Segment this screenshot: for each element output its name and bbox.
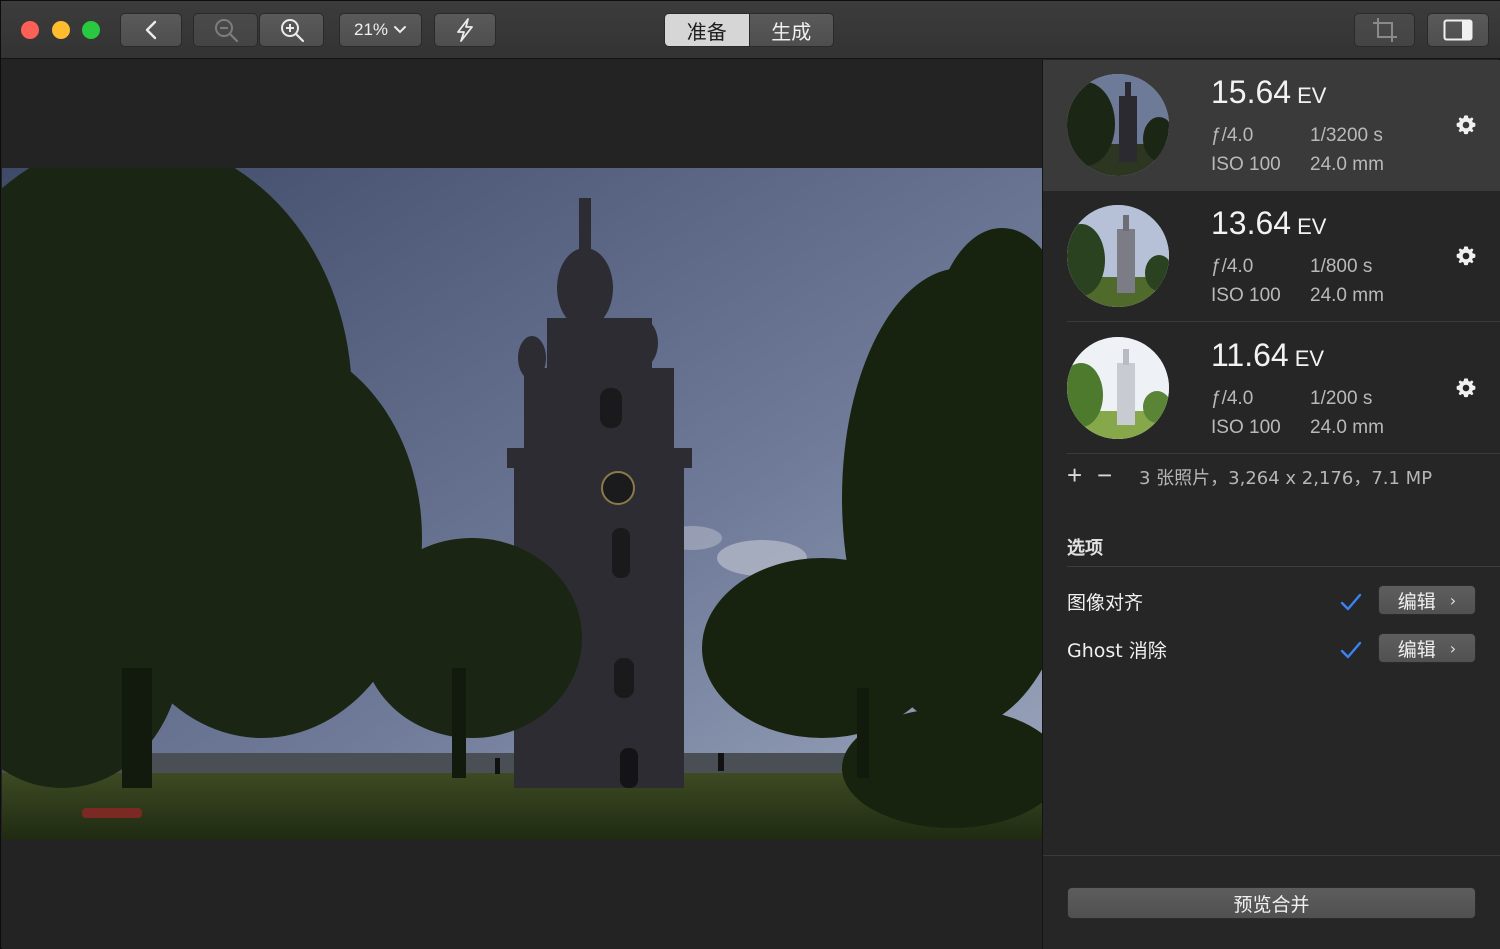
gear-icon[interactable] [1455,245,1477,267]
maximize-window-button[interactable] [82,21,100,39]
preview-merge-button[interactable]: 预览合并 [1067,887,1476,919]
focal-length-value: 24.0 mm [1310,285,1384,306]
chevron-right-icon: › [1449,638,1457,658]
belfry-photo [2,168,1042,840]
sidebar-toggle-icon [1443,19,1473,41]
crop-button[interactable] [1354,13,1415,47]
ghost-removal-label: Ghost 消除 [1067,640,1167,662]
shutter-value: 1/800 s [1310,256,1373,277]
iso-value: ISO 100 [1211,417,1281,438]
exposure-value: 13.64 EV [1211,205,1327,241]
aperture-value: ƒ/4.0 [1211,125,1254,146]
zoom-in-button[interactable] [259,13,324,47]
photo-thumbnail [1067,337,1169,439]
hdr-preview-image [2,168,1042,840]
exposure-value: 11.64 EV [1211,337,1325,373]
back-button[interactable] [120,13,182,47]
shutter-value: 1/3200 s [1310,125,1383,146]
zoom-out-icon [214,19,238,43]
chevron-down-icon [394,26,407,34]
mode-segmented-control: 准备 生成 [664,13,834,47]
minimize-window-button[interactable] [52,21,70,39]
crop-icon [1372,18,1397,42]
tab-prepare[interactable]: 准备 [665,14,749,46]
image-alignment-label: 图像对齐 [1067,592,1144,614]
chevron-right-icon: › [1449,590,1457,610]
focal-length-value: 24.0 mm [1310,154,1384,175]
footer-divider [1043,855,1500,856]
edit-ghost-button[interactable]: 编辑 › [1378,633,1476,663]
gear-icon[interactable] [1455,114,1477,136]
photo-count-bar: + − 3 张照片，3,264 x 2,176，7.1 MP [1043,454,1500,494]
inspector-sidebar: 15.64EV ƒ/4.0 1/3200 s ISO 100 24.0 mm [1042,60,1500,949]
sidebar-toggle-button[interactable] [1427,13,1489,47]
exposure-value: 15.64 EV [1211,74,1327,110]
focal-length-value: 24.0 mm [1310,417,1384,438]
photo-thumbnail [1067,205,1169,307]
photo-summary: 3 张照片，3,264 x 2,176，7.1 MP [1139,468,1433,489]
bracket-photo-row[interactable]: 11.64 EV ƒ/4.0 1/200 s ISO 100 24.0 mm [1043,323,1500,454]
auto-enhance-button[interactable] [434,13,496,47]
tab-generate[interactable]: 生成 [748,14,833,46]
iso-value: ISO 100 [1211,285,1281,306]
remove-photo-button[interactable]: − [1097,460,1112,491]
shutter-value: 1/200 s [1310,388,1373,409]
bracket-photo-row[interactable]: 15.64 EV ƒ/4.0 1/3200 s ISO 100 24.0 mm [1043,60,1500,191]
zoom-level-label: 21% [353,20,389,39]
options-heading: 选项 [1067,538,1103,559]
lightning-icon [457,18,473,42]
photo-thumbnail [1067,74,1169,176]
edit-alignment-button[interactable]: 编辑 › [1378,585,1476,615]
image-canvas[interactable] [2,60,1042,949]
iso-value: ISO 100 [1211,154,1281,175]
row-divider [1067,321,1500,322]
gear-icon[interactable] [1455,377,1477,399]
zoom-in-icon [280,19,304,43]
zoom-out-button[interactable] [193,13,258,47]
back-arrow-icon [145,20,157,40]
close-window-button[interactable] [21,21,39,39]
bracket-photo-row[interactable]: 13.64 EV ƒ/4.0 1/800 s ISO 100 24.0 mm [1043,191,1500,322]
aperture-value: ƒ/4.0 [1211,256,1254,277]
checkmark-icon[interactable] [1339,638,1363,662]
add-photo-button[interactable]: + [1067,460,1082,491]
toolbar: 21% 准备 生成 [1,1,1500,59]
aperture-value: ƒ/4.0 [1211,388,1254,409]
checkmark-icon[interactable] [1339,590,1363,614]
zoom-level-dropdown[interactable]: 21% [339,13,422,47]
section-divider [1067,566,1500,567]
app-window: 21% 准备 生成 15.64 EV ƒ/4.0 1/3200 s ISO 10… [0,0,1500,949]
